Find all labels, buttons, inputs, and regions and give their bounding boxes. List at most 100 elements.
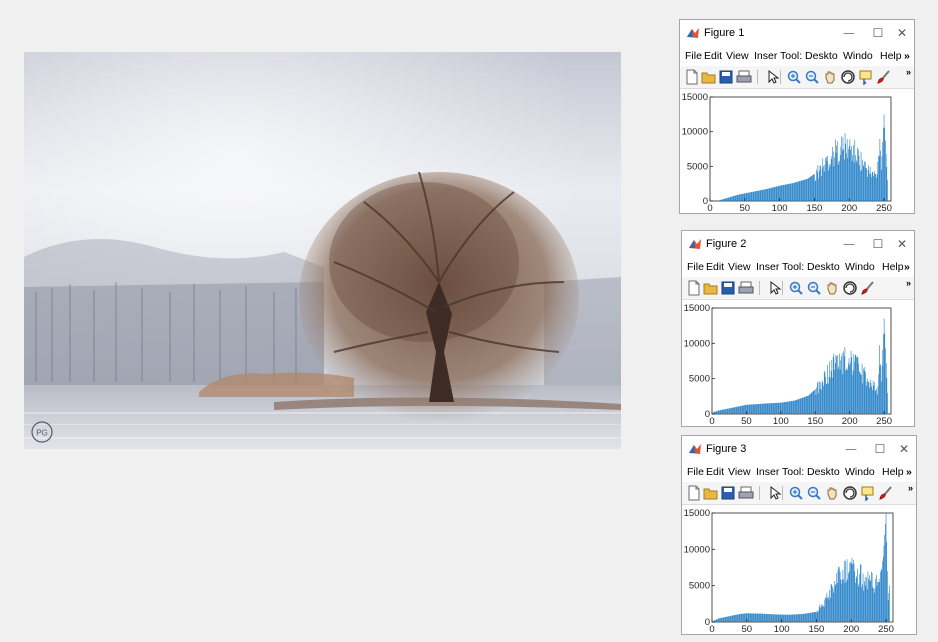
histogram-bar <box>881 365 883 414</box>
maximize-button[interactable]: ☐ <box>870 25 886 41</box>
zoom-in-icon[interactable] <box>788 280 804 296</box>
rotate-3d-icon[interactable] <box>842 280 858 296</box>
axes-area[interactable]: 0 50 100 150 200 250 0 5000 10000 15000 <box>682 300 914 426</box>
close-button[interactable]: ✕ <box>894 25 910 41</box>
open-file-icon[interactable] <box>703 280 719 296</box>
menu-help[interactable]: Help <box>882 260 904 274</box>
y-tick-label: 0 <box>705 409 710 420</box>
zoom-out-icon[interactable] <box>804 69 820 85</box>
histogram-bar <box>853 145 854 201</box>
histogram-bar <box>851 557 853 622</box>
histogram-bar <box>885 348 886 414</box>
histogram-bar <box>772 187 773 201</box>
histogram-bar <box>777 402 778 414</box>
more-icon[interactable]: » <box>908 483 913 493</box>
menu-overflow-icon[interactable]: » <box>906 465 912 479</box>
save-icon[interactable] <box>718 69 734 85</box>
histogram-bar <box>888 592 890 622</box>
menu-windo[interactable]: Windo <box>845 260 875 274</box>
new-figure-icon[interactable] <box>684 69 700 85</box>
axes-area[interactable]: 0 50 100 150 200 250 0 5000 10000 15000 <box>682 505 916 634</box>
histogram-bar <box>776 402 778 414</box>
menu-tool[interactable]: Tool: <box>782 465 804 479</box>
menu-view[interactable]: View <box>728 260 751 274</box>
open-file-icon[interactable] <box>701 69 717 85</box>
menu-inser[interactable]: Inser <box>754 49 777 63</box>
histogram-bar <box>766 613 768 622</box>
minimize-button[interactable]: — <box>841 25 857 41</box>
zoom-in-icon[interactable] <box>788 485 804 501</box>
rotate-3d-icon[interactable] <box>840 69 856 85</box>
pan-icon[interactable] <box>822 69 838 85</box>
menu-view[interactable]: View <box>726 49 749 63</box>
y-tick-label: 15000 <box>682 92 708 103</box>
brush-icon[interactable] <box>860 280 876 296</box>
pan-icon[interactable] <box>824 280 840 296</box>
pointer-icon[interactable] <box>767 280 783 296</box>
menu-edit[interactable]: Edit <box>706 465 724 479</box>
figure-window-2[interactable]: Figure 2 — ☐ ✕ File Edit View Inser Tool: Deskto W… <box>681 230 915 427</box>
menu-file[interactable]: File <box>687 465 704 479</box>
zoom-out-icon[interactable] <box>806 485 822 501</box>
maximize-button[interactable]: ☐ <box>872 441 888 457</box>
print-icon[interactable] <box>738 280 754 296</box>
window-title-bar[interactable]: Figure 2 — ☐ ✕ <box>682 231 914 257</box>
menu-edit[interactable]: Edit <box>704 49 722 63</box>
pan-icon[interactable] <box>824 485 840 501</box>
menu-deskto[interactable]: Deskto <box>807 465 840 479</box>
window-title-bar[interactable]: Figure 3 — ☐ ✕ <box>682 436 916 462</box>
menu-inser[interactable]: Inser <box>756 465 779 479</box>
data-cursor-icon[interactable] <box>860 485 876 502</box>
histogram-bar <box>744 405 746 414</box>
menu-deskto[interactable]: Deskto <box>807 260 840 274</box>
menu-file[interactable]: File <box>687 260 704 274</box>
menu-windo[interactable]: Windo <box>843 49 873 63</box>
more-icon[interactable]: » <box>906 67 911 77</box>
menu-file[interactable]: File <box>685 49 702 63</box>
histogram-bar <box>864 581 865 622</box>
pointer-icon[interactable] <box>767 485 783 501</box>
histogram-bar <box>839 369 841 414</box>
histogram-bar <box>812 175 813 201</box>
print-icon[interactable] <box>736 69 752 85</box>
maximize-button[interactable]: ☐ <box>870 236 886 252</box>
menu-edit[interactable]: Edit <box>706 260 724 274</box>
close-button[interactable]: ✕ <box>894 236 910 252</box>
menu-help[interactable]: Help <box>882 465 904 479</box>
data-cursor-icon[interactable] <box>858 69 874 86</box>
rotate-3d-icon[interactable] <box>842 485 858 501</box>
brush-icon[interactable] <box>878 485 894 501</box>
pointer-icon[interactable] <box>765 69 781 85</box>
figure-window-3[interactable]: Figure 3 — ☐ ✕ File Edit View Inser Tool: Deskto W… <box>681 435 917 635</box>
save-icon[interactable] <box>720 280 736 296</box>
menu-deskto[interactable]: Deskto <box>805 49 838 63</box>
close-button[interactable]: ✕ <box>896 441 912 457</box>
minimize-button[interactable]: — <box>841 236 857 252</box>
new-figure-icon[interactable] <box>686 485 702 501</box>
open-file-icon[interactable] <box>703 485 719 501</box>
histogram-bar <box>859 165 860 201</box>
menu-tool[interactable]: Tool: <box>780 49 802 63</box>
zoom-out-icon[interactable] <box>806 280 822 296</box>
histogram-bar <box>769 188 771 201</box>
save-icon[interactable] <box>720 485 736 501</box>
window-title-bar[interactable]: Figure 1 — ☐ ✕ <box>680 20 914 46</box>
print-icon[interactable] <box>738 485 754 501</box>
menu-help[interactable]: Help <box>880 49 902 63</box>
menu-inser[interactable]: Inser <box>756 260 779 274</box>
menu-windo[interactable]: Windo <box>845 465 875 479</box>
histogram-bar <box>787 401 789 414</box>
histogram-bar <box>802 180 803 201</box>
figure-window-1[interactable]: Figure 1 — ☐ ✕ File Edit View Inser Tool: Deskto W… <box>679 19 915 214</box>
menu-view[interactable]: View <box>728 465 751 479</box>
brush-icon[interactable] <box>876 69 892 85</box>
menu-tool[interactable]: Tool: <box>782 260 804 274</box>
zoom-in-icon[interactable] <box>786 69 802 85</box>
new-figure-icon[interactable] <box>686 280 702 296</box>
more-icon[interactable]: » <box>906 278 911 288</box>
histogram-bar <box>853 559 854 622</box>
axes-area[interactable]: 0 50 100 150 200 250 0 5000 10000 15000 <box>680 89 914 213</box>
menu-overflow-icon[interactable]: » <box>904 49 910 63</box>
menu-overflow-icon[interactable]: » <box>904 260 910 274</box>
minimize-button[interactable]: — <box>843 441 859 457</box>
